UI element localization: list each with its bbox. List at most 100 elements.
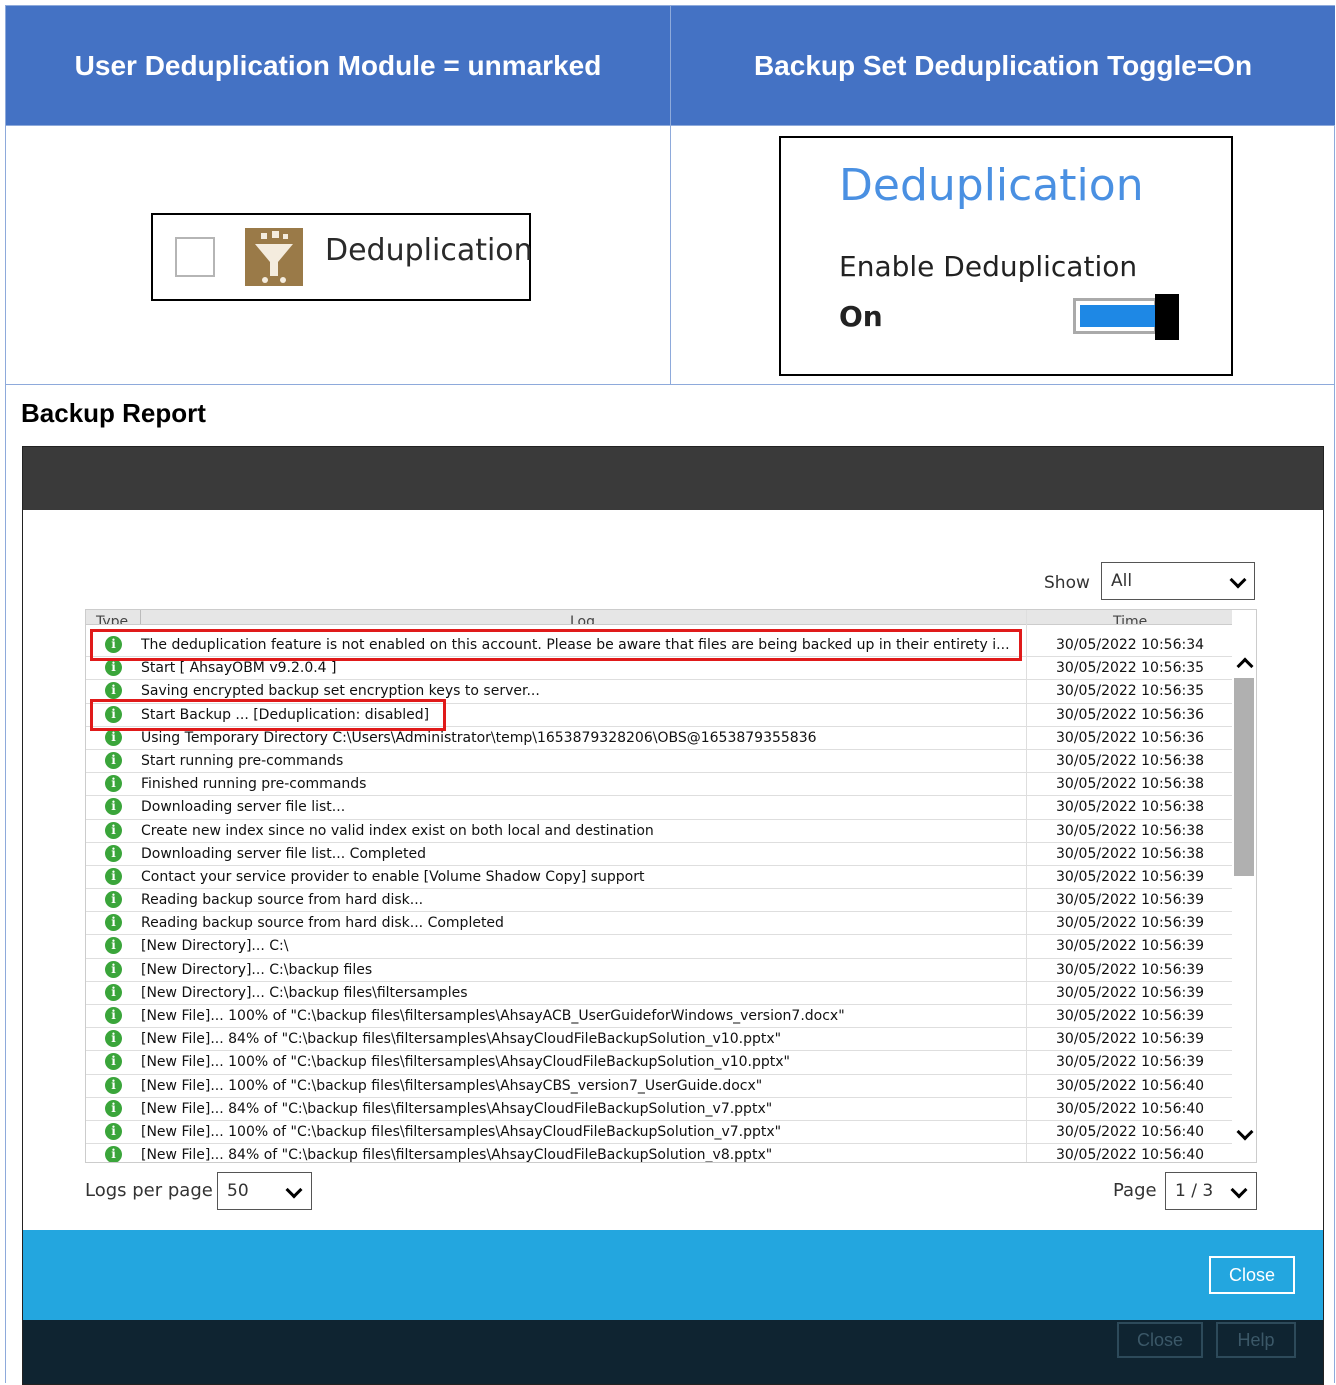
chevron-down-icon[interactable] [1236, 1123, 1254, 1141]
column-header-time[interactable]: Time [1113, 614, 1147, 624]
chevron-up-icon[interactable] [1236, 657, 1254, 675]
log-message: [New File]... 84% of "C:\backup files\fi… [141, 1100, 773, 1117]
info-icon: i [105, 751, 122, 769]
log-time: 30/05/2022 10:56:35 [1056, 683, 1205, 700]
scrollbar-thumb[interactable] [1234, 678, 1254, 876]
show-filter-label: Show [1044, 573, 1090, 593]
log-message: Downloading server file list... Complete… [141, 845, 426, 862]
log-message: Start running pre-commands [141, 752, 344, 769]
log-time: 30/05/2022 10:56:39 [1056, 1054, 1205, 1071]
table-row[interactable]: i [New Directory]... C:\backup files\filt… [86, 982, 1232, 1005]
dedup-toggle-switch[interactable] [1073, 294, 1179, 340]
dedup-module-label: Deduplication [325, 233, 533, 268]
footer-help-button[interactable]: Help [1216, 1322, 1296, 1358]
table-row[interactable]: i [New File]... 100% of "C:\backup files\… [86, 1005, 1232, 1029]
info-icon: i [105, 798, 122, 816]
show-filter-select[interactable]: All [1101, 562, 1255, 600]
log-time: 30/05/2022 10:56:34 [1056, 637, 1205, 653]
log-message: Contact your service provider to enable … [141, 868, 645, 885]
log-table: Type Log Time i The deduplication feature… [85, 609, 1257, 1163]
table-row[interactable]: i Contact your service provider to enable… [86, 866, 1232, 890]
info-icon: i [105, 1099, 122, 1117]
table-row[interactable]: i [New Directory]... C:\backup files 30/05… [86, 959, 1232, 982]
log-message: Reading backup source from hard disk... … [141, 915, 504, 932]
table-row[interactable]: i [New File]... 100% of "C:\backup files\… [86, 1121, 1232, 1145]
table-row[interactable]: i Create new index since no valid index e… [86, 820, 1232, 843]
table-row[interactable]: i [New File]... 84% of "C:\backup files\f… [86, 1098, 1232, 1121]
log-time: 30/05/2022 10:56:39 [1056, 1031, 1205, 1048]
show-filter-value: All [1111, 571, 1133, 591]
log-time: 30/05/2022 10:56:38 [1056, 752, 1205, 769]
log-time: 30/05/2022 10:56:39 [1056, 915, 1205, 932]
table-row[interactable]: i Downloading server file list... Complet… [86, 843, 1232, 866]
column-header-type[interactable]: Type [96, 614, 128, 624]
log-message: [New File]... 100% of "C:\backup files\f… [141, 1008, 845, 1024]
info-icon: i [105, 636, 122, 653]
log-time: 30/05/2022 10:56:38 [1056, 799, 1205, 816]
table-row[interactable]: i Finished running pre-commands 30/05/2022… [86, 773, 1232, 797]
log-message: [New Directory]... C:\backup files [141, 961, 373, 978]
table-row[interactable]: i Start running pre-commands 30/05/2022 10… [86, 750, 1232, 774]
table-row[interactable]: i Start [ AhsayOBM v9.2.0.4 ] 30/05/2022 1… [86, 657, 1232, 681]
table-row[interactable]: i Start Backup ... [Deduplication: disabl… [86, 704, 1232, 727]
page-label: Page [1113, 1180, 1157, 1201]
action-bar [23, 1230, 1323, 1320]
chevron-down-icon [285, 1181, 303, 1199]
page-select[interactable]: 1 / 3 [1165, 1172, 1257, 1210]
info-icon: i [105, 775, 122, 793]
footer-close-button[interactable]: Close [1117, 1322, 1203, 1358]
page-value: 1 / 3 [1175, 1181, 1214, 1201]
log-message: [New File]... 84% of "C:\backup files\fi… [141, 1147, 773, 1163]
log-message: Saving encrypted backup set encryption k… [141, 683, 540, 700]
log-time: 30/05/2022 10:56:40 [1056, 1147, 1205, 1163]
log-scrollbar[interactable] [1232, 610, 1256, 1162]
log-message: Start [ AhsayOBM v9.2.0.4 ] [141, 660, 337, 677]
log-time: 30/05/2022 10:56:39 [1056, 984, 1205, 1001]
funnel-icon [245, 228, 303, 286]
info-icon: i [105, 891, 122, 909]
log-time: 30/05/2022 10:56:39 [1056, 938, 1205, 955]
log-time: 30/05/2022 10:56:39 [1056, 961, 1205, 978]
log-time: 30/05/2022 10:56:38 [1056, 776, 1205, 793]
table-row[interactable]: i Reading backup source from hard disk...… [86, 889, 1232, 913]
info-icon: i [105, 1030, 122, 1048]
toggle-fill [1080, 305, 1156, 327]
info-icon: i [105, 821, 122, 839]
backup-report-window: Show All Type Log Time i The deduplicatio… [22, 446, 1324, 1385]
log-message: Finished running pre-commands [141, 776, 367, 793]
log-message: [New File]... 100% of "C:\backup files\f… [141, 1077, 763, 1094]
table-row[interactable]: i [New File]... 84% of "C:\backup files\f… [86, 1144, 1232, 1163]
table-row[interactable]: i [New File]... 100% of "C:\backup files\… [86, 1075, 1232, 1098]
comparison-table: User Deduplication Module = unmarked Bac… [5, 5, 1335, 385]
table-row[interactable]: i Saving encrypted backup set encryption … [86, 680, 1232, 704]
table-row[interactable]: i Reading backup source from hard disk...… [86, 912, 1232, 936]
table-row[interactable]: i The deduplication feature is not enable… [86, 634, 1232, 658]
info-icon: i [105, 659, 122, 677]
log-time: 30/05/2022 10:56:39 [1056, 868, 1205, 885]
outer-border-left [5, 385, 6, 1383]
column-header-log[interactable]: Log [570, 614, 595, 624]
log-time: 30/05/2022 10:56:40 [1056, 1100, 1205, 1117]
dedup-module-checkbox[interactable] [175, 237, 215, 277]
info-icon: i [105, 1146, 122, 1162]
log-time: 30/05/2022 10:56:36 [1056, 706, 1205, 723]
info-icon: i [105, 960, 122, 978]
dedup-toggle-panel: Deduplication Enable Deduplication On [779, 136, 1233, 376]
info-icon: i [105, 705, 122, 723]
log-message: [New File]... 100% of "C:\backup files\f… [141, 1123, 782, 1140]
info-icon: i [105, 1007, 122, 1024]
table-row[interactable]: i Downloading server file list... 30/05/20… [86, 796, 1232, 820]
outer-border-right [1334, 385, 1335, 1383]
table-row[interactable]: i [New File]... 84% of "C:\backup files\f… [86, 1028, 1232, 1052]
table-row[interactable]: i Using Temporary Directory C:\Users\Admi… [86, 727, 1232, 750]
info-icon: i [105, 867, 122, 885]
logs-per-page-select[interactable]: 50 [217, 1172, 312, 1210]
table-row[interactable]: i [New File]... 100% of "C:\backup files\… [86, 1051, 1232, 1075]
log-message: [New File]... 100% of "C:\backup files\f… [141, 1054, 790, 1071]
close-button[interactable]: Close [1209, 1256, 1295, 1294]
toggle-panel-title: Deduplication [839, 160, 1144, 211]
info-icon: i [105, 728, 122, 746]
log-time: 30/05/2022 10:56:38 [1056, 845, 1205, 862]
log-message: Create new index since no valid index ex… [141, 822, 654, 839]
table-row[interactable]: i [New Directory]... C:\ 30/05/2022 10:56:… [86, 935, 1232, 959]
